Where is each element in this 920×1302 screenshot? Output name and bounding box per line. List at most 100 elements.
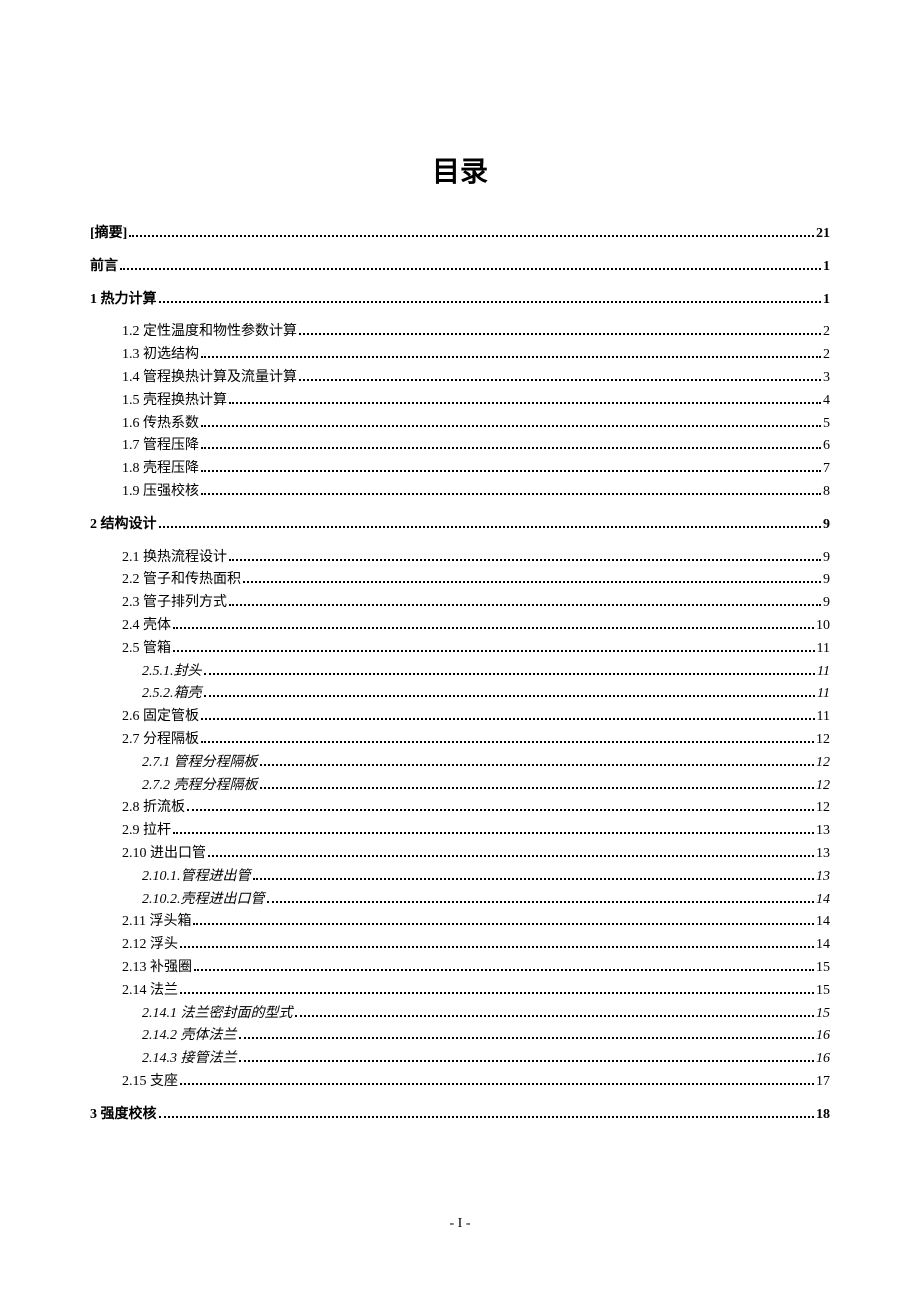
- toc-entry-label: 2 结构设计: [90, 513, 157, 537]
- toc-leader-dots: [299, 321, 821, 335]
- toc-entry-label: 1.6 传热系数: [122, 412, 199, 436]
- toc-entry-page: 8: [823, 480, 830, 504]
- toc-entry-page: 13: [816, 819, 830, 843]
- toc-leader-dots: [159, 289, 822, 303]
- page-number: - I -: [0, 1216, 920, 1232]
- toc-entry-page: 11: [817, 682, 830, 706]
- toc-entry: 1 热力计算1: [90, 288, 830, 312]
- toc-entry-page: 15: [816, 956, 830, 980]
- toc-entry-label: 2.11 浮头箱: [122, 910, 191, 934]
- toc-leader-dots: [243, 569, 821, 583]
- toc-entry-page: 13: [816, 842, 830, 866]
- toc-entry-label: 1.4 管程换热计算及流量计算: [122, 366, 297, 390]
- toc-leader-dots: [201, 706, 815, 720]
- toc-entry-label: 1.3 初选结构: [122, 343, 199, 367]
- toc-entry: 2.1 换热流程设计9: [90, 546, 830, 570]
- toc-entry: 2 结构设计9: [90, 513, 830, 537]
- toc-leader-dots: [201, 481, 821, 495]
- toc-entry: 2.7.1 管程分程隔板 12: [90, 751, 830, 775]
- toc-entry: 2.5.2.箱壳 11: [90, 682, 830, 706]
- toc-entry-label: 2.10.2.壳程进出口管: [142, 888, 265, 912]
- toc-entry-page: 11: [817, 705, 830, 729]
- toc-leader-dots: [208, 843, 814, 857]
- toc-entry-page: 4: [823, 389, 830, 413]
- toc-entry: 2.5.1.封头 11: [90, 660, 830, 684]
- table-of-contents: [摘要]21前言11 热力计算11.2 定性温度和物性参数计算21.3 初选结构…: [90, 222, 830, 1126]
- toc-entry: 2.14.2 壳体法兰16: [90, 1024, 830, 1048]
- toc-entry-page: 6: [823, 434, 830, 458]
- toc-entry-label: 2.9 拉杆: [122, 819, 171, 843]
- toc-entry: 2.10 进出口管13: [90, 842, 830, 866]
- toc-entry-label: 2.2 管子和传热面积: [122, 568, 241, 592]
- toc-leader-dots: [159, 514, 822, 528]
- toc-entry-page: 11: [817, 660, 830, 684]
- toc-leader-dots: [204, 683, 816, 697]
- toc-leader-dots: [201, 413, 821, 427]
- toc-leader-dots: [299, 367, 821, 381]
- toc-entry-label: 1.5 壳程换热计算: [122, 389, 227, 413]
- toc-leader-dots: [194, 957, 814, 971]
- toc-spacer: [90, 310, 830, 320]
- toc-leader-dots: [239, 1025, 815, 1039]
- toc-leader-dots: [173, 820, 814, 834]
- toc-entry-page: 14: [816, 910, 830, 934]
- toc-entry-page: 3: [823, 366, 830, 390]
- toc-entry-label: 2.15 支座: [122, 1070, 178, 1094]
- toc-entry: 2.7 分程隔板12: [90, 728, 830, 752]
- toc-leader-dots: [159, 1104, 815, 1118]
- toc-spacer: [90, 536, 830, 546]
- toc-entry-page: 21: [816, 222, 830, 246]
- toc-entry-label: 2.6 固定管板: [122, 705, 199, 729]
- toc-leader-dots: [204, 661, 816, 675]
- toc-entry-label: 2.14 法兰: [122, 979, 178, 1003]
- toc-entry-page: 17: [816, 1070, 830, 1094]
- toc-entry: [摘要] 21: [90, 222, 830, 246]
- toc-entry-page: 13: [816, 865, 830, 889]
- toc-entry-page: 15: [816, 979, 830, 1003]
- toc-entry: 2.10.2.壳程进出口管14: [90, 888, 830, 912]
- toc-entry-label: 2.13 补强圈: [122, 956, 192, 980]
- toc-spacer: [90, 1093, 830, 1103]
- toc-entry: 2.4 壳体10: [90, 614, 830, 638]
- toc-entry-label: 2.14.2 壳体法兰: [142, 1024, 237, 1048]
- toc-leader-dots: [201, 729, 814, 743]
- toc-entry-label: 2.10.1.管程进出管: [142, 865, 251, 889]
- toc-entry-label: 2.12 浮头: [122, 933, 178, 957]
- toc-entry-label: 2.14.1 法兰密封面的型式: [142, 1002, 293, 1026]
- toc-entry: 1.3 初选结构2: [90, 343, 830, 367]
- toc-entry-label: 2.1 换热流程设计: [122, 546, 227, 570]
- toc-entry: 2.10.1.管程进出管 13: [90, 865, 830, 889]
- toc-entry: 1.7 管程压降 6: [90, 434, 830, 458]
- toc-entry-label: 2.7.1 管程分程隔板: [142, 751, 258, 775]
- toc-entry-page: 9: [823, 591, 830, 615]
- toc-leader-dots: [129, 223, 814, 237]
- toc-entry-label: 1.8 壳程压降: [122, 457, 199, 481]
- toc-entry: 1.4 管程换热计算及流量计算 3: [90, 366, 830, 390]
- toc-entry-label: 前言: [90, 255, 118, 279]
- toc-entry-page: 12: [816, 796, 830, 820]
- toc-leader-dots: [201, 344, 821, 358]
- toc-entry: 2.14.3 接管法兰16: [90, 1047, 830, 1071]
- toc-entry: 3 强度校核18: [90, 1103, 830, 1127]
- toc-entry-page: 12: [816, 751, 830, 775]
- toc-entry-label: 1.7 管程压降: [122, 434, 199, 458]
- toc-entry-label: 2.5.1.封头: [142, 660, 202, 684]
- toc-entry-label: 2.14.3 接管法兰: [142, 1047, 237, 1071]
- toc-entry: 2.14.1 法兰密封面的型式15: [90, 1002, 830, 1026]
- toc-leader-dots: [260, 775, 815, 789]
- toc-entry-label: 1.9 压强校核: [122, 480, 199, 504]
- toc-entry-label: 2.5.2.箱壳: [142, 682, 202, 706]
- toc-spacer: [90, 245, 830, 255]
- toc-entry: 2.15 支座 17: [90, 1070, 830, 1094]
- toc-entry-page: 11: [817, 637, 830, 661]
- toc-leader-dots: [229, 390, 821, 404]
- toc-entry-label: 2.7.2 壳程分程隔板: [142, 774, 258, 798]
- toc-entry-label: [摘要]: [90, 222, 127, 246]
- toc-entry-label: 2.8 折流板: [122, 796, 185, 820]
- toc-leader-dots: [260, 752, 815, 766]
- toc-entry: 2.8 折流板 12: [90, 796, 830, 820]
- toc-entry: 2.2 管子和传热面积9: [90, 568, 830, 592]
- toc-entry: 2.3 管子排列方式9: [90, 591, 830, 615]
- toc-leader-dots: [201, 435, 821, 449]
- toc-leader-dots: [180, 934, 814, 948]
